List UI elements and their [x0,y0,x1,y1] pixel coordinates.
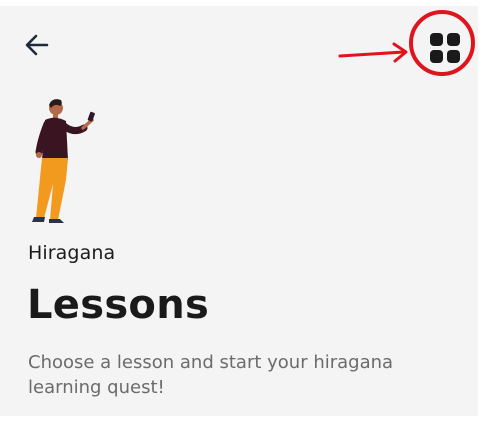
section-subtitle: Hiragana [28,242,116,264]
grid-view-button[interactable] [424,27,466,69]
person-holding-phone-illustration [32,99,95,223]
grid-icon [430,33,460,63]
page-title: Lessons [27,282,210,328]
arrow-left-icon [25,34,49,56]
red-arrow-annotation [338,42,408,63]
lessons-screen: Hiragana Lessons Choose a lesson and sta… [0,6,478,416]
back-button[interactable] [22,30,52,60]
page-description: Choose a lesson and start your hiragana … [28,352,394,398]
